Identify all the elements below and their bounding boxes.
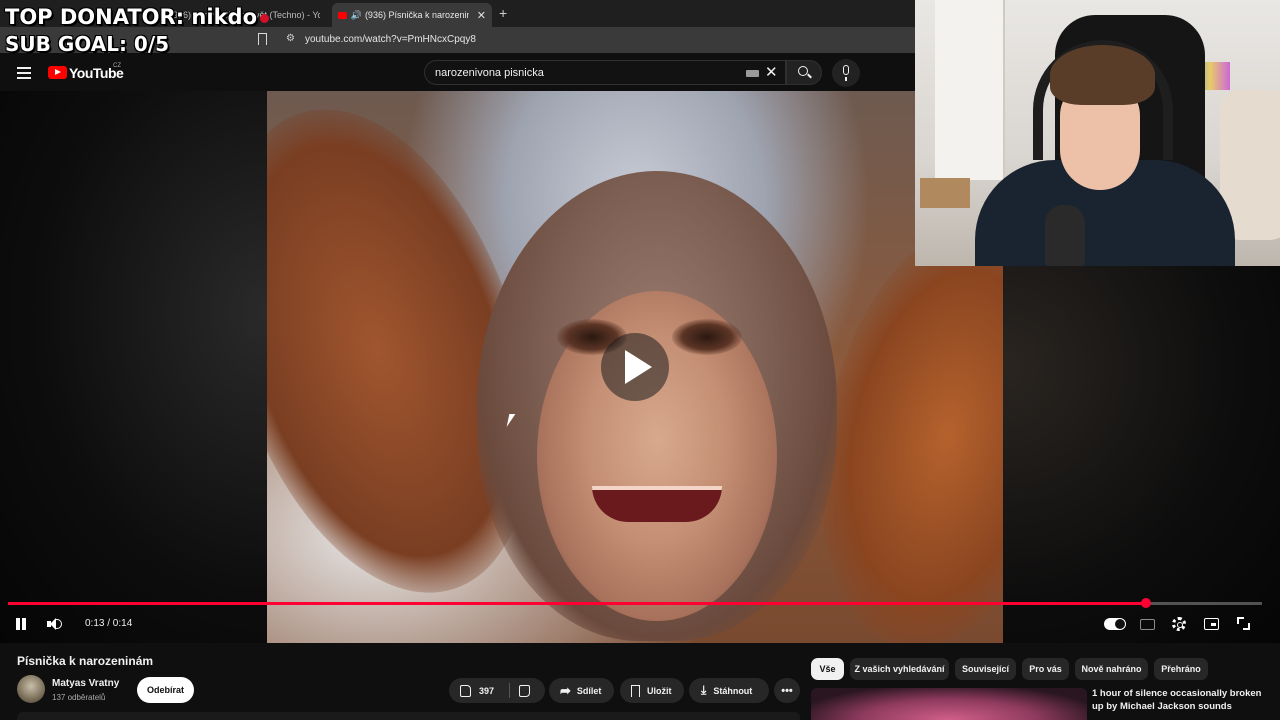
pause-button[interactable] xyxy=(15,618,27,630)
chip-related[interactable]: Související xyxy=(955,658,1016,680)
clear-search-icon[interactable]: ✕ xyxy=(765,63,778,81)
close-tab-icon[interactable]: ✕ xyxy=(477,9,486,22)
webcam-overlay xyxy=(915,0,1280,266)
speaker-icon: 🔊 xyxy=(350,9,362,20)
top-donator-overlay: TOP DONATOR: nikdo xyxy=(5,5,269,29)
webcam-content xyxy=(1045,205,1085,266)
tab-label: (936) Písnička k narozeninám xyxy=(364,10,469,20)
download-icon: ⤓ xyxy=(701,683,707,697)
play-button[interactable] xyxy=(601,333,669,401)
chip-all[interactable]: Vše xyxy=(811,658,844,680)
webcam-content xyxy=(1050,45,1155,105)
chip-for-you[interactable]: Pro vás xyxy=(1022,658,1069,680)
like-dislike-group: 397 xyxy=(449,678,545,703)
top-donator-text: TOP DONATOR: nikdo xyxy=(5,5,257,29)
progress-bar[interactable] xyxy=(8,598,1262,608)
like-count[interactable]: 397 xyxy=(479,686,494,696)
progress-scrubber[interactable] xyxy=(1140,598,1151,608)
more-icon: ••• xyxy=(781,684,793,697)
search-icon xyxy=(798,66,808,76)
description-box[interactable] xyxy=(17,712,800,720)
youtube-logo-icon[interactable] xyxy=(48,66,67,79)
cherry-icon xyxy=(260,13,269,23)
subtitles-icon[interactable] xyxy=(1140,619,1155,630)
subscriber-count: 137 odběratelů xyxy=(52,693,106,702)
microphone-icon xyxy=(843,65,849,81)
more-actions-button[interactable]: ••• xyxy=(774,678,800,703)
bookmark-icon[interactable] xyxy=(258,33,267,45)
save-button[interactable]: Uložit xyxy=(620,678,684,703)
thumbs-down-icon[interactable] xyxy=(519,685,530,697)
share-label: Sdílet xyxy=(576,685,602,696)
menu-icon[interactable] xyxy=(17,67,31,82)
chip-from-searches[interactable]: Z vašich vyhledávání xyxy=(850,658,949,680)
share-icon: ➦ xyxy=(560,682,571,698)
recommendation-title[interactable]: 1 hour of silence occasionally broken up… xyxy=(1092,687,1262,713)
search-box[interactable]: narozenivona pisnicka ✕ xyxy=(424,60,786,85)
video-info-area: Písnička k narozeninám Matyas Vratny 137… xyxy=(0,643,1280,720)
download-label: Stáhnout xyxy=(713,685,753,696)
keyboard-icon[interactable] xyxy=(746,70,759,77)
url-field[interactable]: youtube.com/watch?v=PmHNcxCpqy8 xyxy=(305,34,476,45)
bookmark-icon xyxy=(631,684,640,697)
autoplay-toggle[interactable] xyxy=(1104,618,1126,630)
chip-watched[interactable]: Přehráno xyxy=(1154,658,1208,680)
save-label: Uložit xyxy=(647,685,672,696)
country-code: CZ xyxy=(113,63,121,69)
settings-gear-icon[interactable] xyxy=(1172,617,1186,631)
thumbs-up-icon[interactable] xyxy=(460,684,471,697)
webcam-content xyxy=(935,0,1005,180)
video-content xyxy=(592,486,722,522)
download-button[interactable]: ⤓ Stáhnout xyxy=(689,678,769,703)
site-info-icon[interactable]: ⚙ xyxy=(286,33,295,44)
search-input[interactable]: narozenivona pisnicka xyxy=(435,67,544,79)
ambient-left xyxy=(0,91,267,643)
video-title: Písnička k narozeninám xyxy=(17,654,154,668)
progress-played xyxy=(8,602,1146,605)
subscribe-button[interactable]: Odebírat xyxy=(137,677,194,703)
chip-recently-uploaded[interactable]: Nově nahráno xyxy=(1075,658,1148,680)
channel-avatar[interactable] xyxy=(17,675,45,703)
webcam-content xyxy=(920,178,970,208)
youtube-favicon-icon xyxy=(338,11,347,19)
fullscreen-icon[interactable] xyxy=(1237,617,1250,630)
miniplayer-icon[interactable] xyxy=(1204,618,1219,630)
video-content xyxy=(672,319,742,355)
search-button[interactable] xyxy=(786,60,822,85)
recommendation-thumbnail[interactable] xyxy=(811,688,1087,720)
youtube-header: YouTube CZ narozenivona pisnicka ✕ xyxy=(0,53,915,91)
sub-goal-overlay: SUB GOAL: 0/5 xyxy=(5,32,170,56)
new-tab-button[interactable]: + xyxy=(499,5,507,21)
divider xyxy=(509,683,510,698)
voice-search-button[interactable] xyxy=(832,59,860,87)
browser-tab-active[interactable]: 🔊 (936) Písnička k narozeninám ✕ xyxy=(332,3,492,27)
share-button[interactable]: ➦ Sdílet xyxy=(549,678,614,703)
time-display: 0:13 / 0:14 xyxy=(85,618,133,629)
channel-name[interactable]: Matyas Vratny xyxy=(52,678,119,689)
